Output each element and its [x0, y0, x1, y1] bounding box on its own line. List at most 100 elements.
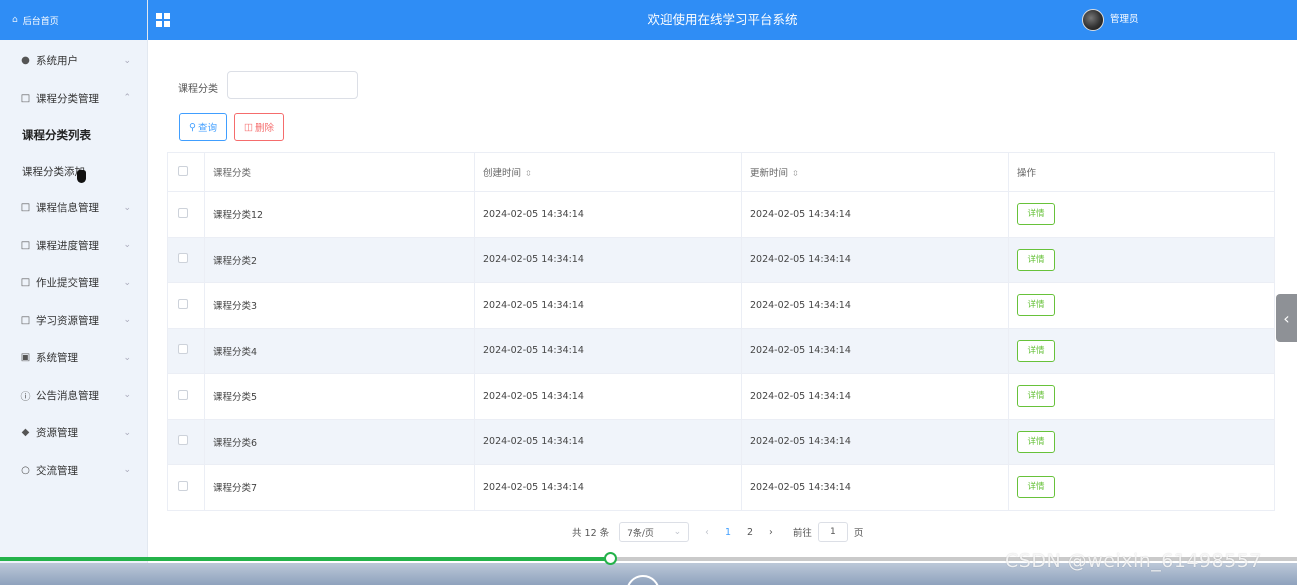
delete-button-label: 删除: [254, 123, 274, 134]
main-content: 课程分类 ⚲ 查询 ◫ 删除 课程分类 创建时间 ⇳ 更新时间 ⇳ 操作 课程分类1…: [150, 40, 1297, 585]
row-checkbox[interactable]: [178, 298, 188, 309]
row-checkbox-cell: [167, 191, 205, 238]
table-row: 课程分类2 2024-02-05 14:34:14 2024-02-05 14:…: [167, 237, 1275, 283]
folder-icon: □: [20, 277, 31, 289]
chevron-up-icon: ⌃: [123, 93, 131, 104]
search-icon: ⚲: [189, 121, 196, 133]
col-header-category: 课程分类: [204, 152, 475, 192]
cell-actions: 详情: [1008, 464, 1275, 511]
row-checkbox[interactable]: [178, 389, 188, 400]
sidebar-home[interactable]: ⌂ 后台首页: [0, 0, 147, 40]
cell-updated: 2024-02-05 14:34:14: [741, 328, 1009, 374]
detail-button[interactable]: 详情: [1017, 248, 1055, 271]
goto-page-input[interactable]: 1: [817, 522, 848, 542]
detail-button[interactable]: 详情: [1017, 339, 1055, 362]
sidebar-item-homework[interactable]: □ 作业提交管理 ⌄: [0, 264, 147, 302]
search-button-label: 查询: [197, 123, 217, 134]
cell-actions: 详情: [1008, 419, 1275, 465]
sidebar-item-notices[interactable]: ⓘ 公告消息管理 ⌄: [0, 377, 147, 415]
chevron-down-icon: ⌄: [123, 240, 131, 251]
prev-page-button[interactable]: ‹: [705, 527, 709, 538]
video-progress-handle[interactable]: [603, 552, 617, 565]
chat-icon: ○: [21, 464, 30, 476]
detail-button[interactable]: 详情: [1017, 203, 1055, 226]
folder-icon: □: [20, 314, 31, 326]
sidebar-subitem-category-add[interactable]: 课程分类添加: [0, 153, 147, 189]
sidebar-item-system[interactable]: ▣ 系统管理 ⌄: [0, 339, 147, 377]
sidebar: ⌂ 后台首页 ● 系统用户 ⌄ □ 课程分类管理 ⌃ 课程分类列表 课程分类添加…: [0, 0, 148, 585]
folder-icon: □: [20, 239, 31, 251]
row-checkbox[interactable]: [178, 344, 188, 355]
chevron-down-icon: ⌄: [123, 55, 131, 66]
sort-icon[interactable]: ⇳: [792, 169, 799, 178]
table-row: 课程分类5 2024-02-05 14:34:14 2024-02-05 14:…: [167, 373, 1275, 420]
cell-category: 课程分类5: [204, 373, 475, 420]
page-number[interactable]: 2: [747, 527, 753, 538]
sidebar-item-resource-mgmt[interactable]: ◆ 资源管理 ⌄: [0, 414, 147, 452]
cell-created: 2024-02-05 14:34:14: [474, 237, 742, 283]
sidebar-item-communication[interactable]: ○ 交流管理 ⌄: [0, 452, 147, 490]
avatar[interactable]: [1082, 9, 1104, 31]
sidebar-item-users[interactable]: ● 系统用户 ⌄: [0, 42, 147, 80]
col-header-updated[interactable]: 更新时间 ⇳: [741, 152, 1009, 192]
chevron-down-icon: ⌄: [123, 315, 131, 326]
row-checkbox-cell: [167, 373, 205, 420]
hand-cursor-icon: [77, 169, 86, 183]
cell-created: 2024-02-05 14:34:14: [474, 191, 742, 238]
sidebar-item-label: 课程进度管理: [36, 239, 99, 252]
row-checkbox[interactable]: [178, 253, 188, 264]
detail-button[interactable]: 详情: [1017, 385, 1055, 408]
user-name[interactable]: 管理员: [1110, 0, 1139, 40]
chevron-left-icon[interactable]: ‹: [1276, 294, 1297, 342]
cell-actions: 详情: [1008, 237, 1275, 283]
sidebar-item-course-category[interactable]: □ 课程分类管理 ⌃: [0, 80, 147, 118]
sort-icon[interactable]: ⇳: [525, 169, 532, 178]
cell-updated: 2024-02-05 14:34:14: [741, 237, 1009, 283]
cell-updated: 2024-02-05 14:34:14: [741, 419, 1009, 465]
folder-icon: □: [20, 202, 31, 214]
delete-button[interactable]: ◫ 删除: [234, 113, 284, 141]
cell-category: 课程分类3: [204, 282, 475, 329]
col-header-actions: 操作: [1008, 152, 1275, 192]
sidebar-item-label: 课程信息管理: [36, 202, 99, 215]
user-icon: ●: [21, 55, 30, 67]
chevron-down-icon: ⌄: [123, 465, 131, 476]
sidebar-item-resources[interactable]: □ 学习资源管理 ⌄: [0, 302, 147, 340]
search-button[interactable]: ⚲ 查询: [179, 113, 227, 141]
sidebar-subitem-label: 课程分类列表: [22, 128, 91, 142]
watermark: CSDN @weixin_61498557: [1005, 550, 1262, 572]
cell-updated: 2024-02-05 14:34:14: [741, 282, 1009, 329]
row-checkbox-cell: [167, 328, 205, 374]
cell-created: 2024-02-05 14:34:14: [474, 328, 742, 374]
sidebar-item-label: 课程分类管理: [36, 92, 99, 105]
detail-button[interactable]: 详情: [1017, 430, 1055, 453]
sidebar-item-label: 交流管理: [36, 464, 78, 477]
sidebar-subitem-category-list[interactable]: 课程分类列表: [0, 117, 147, 153]
cell-created: 2024-02-05 14:34:14: [474, 419, 742, 465]
top-header: 欢迎使用在线学习平台系统 管理员: [148, 0, 1297, 40]
page-size-select[interactable]: 7条/页 ⌄: [619, 522, 690, 542]
page-number[interactable]: 1: [725, 527, 731, 538]
select-all-checkbox[interactable]: [178, 165, 188, 176]
sidebar-home-label: 后台首页: [22, 16, 59, 27]
video-progress-fill: [0, 557, 610, 561]
row-checkbox[interactable]: [178, 435, 188, 446]
table-row: 课程分类12 2024-02-05 14:34:14 2024-02-05 14…: [167, 191, 1275, 238]
page-size-value: 7条/页: [627, 528, 654, 539]
cell-actions: 详情: [1008, 282, 1275, 329]
row-checkbox[interactable]: [178, 480, 188, 491]
next-page-button[interactable]: ›: [769, 527, 773, 538]
sidebar-item-course-progress[interactable]: □ 课程进度管理 ⌄: [0, 227, 147, 265]
category-filter-input[interactable]: [227, 71, 358, 99]
detail-button[interactable]: 详情: [1017, 476, 1055, 499]
detail-button[interactable]: 详情: [1017, 294, 1055, 317]
sidebar-item-course-info[interactable]: □ 课程信息管理 ⌄: [0, 189, 147, 227]
col-header-created[interactable]: 创建时间 ⇳: [474, 152, 742, 192]
sidebar-item-label: 系统管理: [36, 352, 78, 365]
chevron-down-icon: ⌄: [123, 202, 131, 213]
row-checkbox[interactable]: [178, 207, 188, 218]
pagination-total: 共 12 条: [572, 528, 610, 539]
table-row: 课程分类6 2024-02-05 14:34:14 2024-02-05 14:…: [167, 419, 1275, 465]
select-all-cell: [167, 152, 205, 192]
row-checkbox-cell: [167, 464, 205, 511]
